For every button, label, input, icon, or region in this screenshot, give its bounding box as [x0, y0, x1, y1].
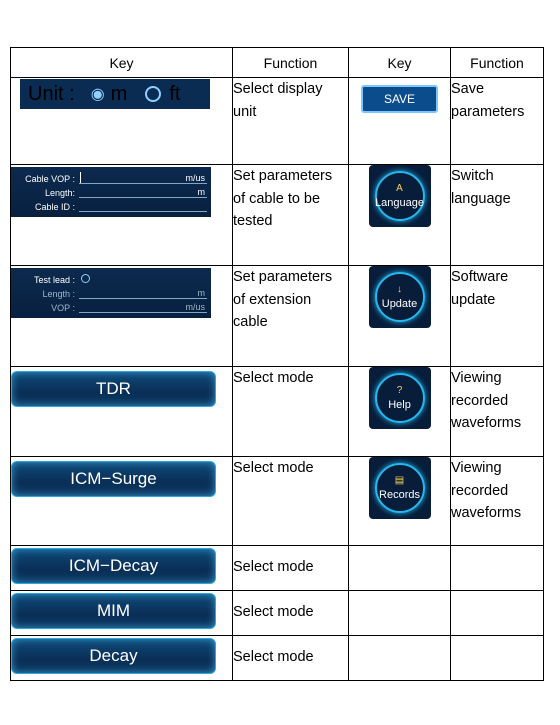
table-row: Unit : ◉ m ft Select display unit SAVE S…: [10, 77, 544, 165]
table-row: MIM Select mode: [10, 590, 544, 636]
unit-text: m/us: [185, 302, 205, 312]
table-row: TDR Select mode ? Help Viewing recorded …: [10, 366, 544, 457]
table-row: Test lead : Length : m VOP : m/us Set pa…: [10, 265, 544, 367]
cable-id-label: Cable ID :: [34, 202, 75, 212]
unit-option-m[interactable]: m: [111, 83, 128, 106]
length-input[interactable]: m: [79, 186, 207, 198]
extension-cable-form: Test lead : Length : m VOP : m/us: [11, 268, 211, 318]
test-lead-label: Test lead :: [33, 275, 75, 285]
icm-surge-mode-button[interactable]: ICM−Surge: [11, 461, 216, 497]
function-text: Save parameters: [450, 77, 544, 165]
function-text: Set parameters of cable to be tested: [232, 164, 349, 266]
function-text: Select display unit: [232, 77, 349, 165]
tile-label: Update: [381, 298, 418, 310]
help-button[interactable]: ? Help: [368, 367, 431, 429]
header-function: Function: [450, 47, 544, 78]
function-text: Select mode: [232, 590, 349, 636]
table-row: ICM−Decay Select mode: [10, 545, 544, 591]
unit-label: Unit :: [28, 82, 75, 105]
function-text: Select mode: [232, 545, 349, 591]
tdr-mode-button[interactable]: TDR: [11, 371, 216, 407]
tile-label: Language: [375, 197, 424, 209]
table-row: Decay Select mode: [10, 635, 544, 681]
language-button[interactable]: A Language: [368, 165, 431, 227]
header-key: Key: [348, 47, 451, 78]
unit-text: m: [197, 187, 206, 197]
decay-mode-button[interactable]: Decay: [11, 638, 216, 674]
checked-radio-icon[interactable]: ◉: [91, 84, 105, 104]
table-row: ICM−Surge Select mode ▤ Records Viewing …: [10, 456, 544, 546]
unit-option-ft[interactable]: ft: [169, 83, 180, 106]
length-input[interactable]: m: [79, 287, 207, 299]
records-button[interactable]: ▤ Records: [368, 457, 431, 519]
clipboard-icon: ▤: [394, 475, 405, 486]
function-text: Select mode: [232, 366, 349, 457]
language-icon: A: [396, 183, 403, 194]
function-text: Switch language: [450, 164, 544, 266]
function-text: Select mode: [232, 456, 349, 546]
help-icon: ?: [396, 385, 403, 396]
function-text: Select mode: [232, 635, 349, 681]
unit-selector: Unit : ◉ m ft: [20, 79, 210, 109]
tile-label: Help: [388, 399, 411, 411]
function-text: Viewing recorded waveforms: [450, 456, 544, 546]
icm-decay-mode-button[interactable]: ICM−Decay: [11, 548, 216, 584]
cable-vop-input[interactable]: m/us: [79, 172, 207, 184]
length-label: Length:: [44, 188, 75, 198]
header-row: Key Function Key Function: [10, 47, 544, 78]
vop-label: VOP :: [51, 303, 75, 313]
header-function: Function: [232, 47, 349, 78]
cable-id-input[interactable]: [79, 200, 207, 212]
tile-label: Records: [379, 489, 420, 501]
save-button[interactable]: SAVE: [361, 85, 438, 113]
table-row: Cable VOP : m/us Length: m Cable ID : Se…: [10, 164, 544, 266]
cable-vop-label: Cable VOP :: [25, 174, 75, 184]
unit-text: m: [197, 288, 206, 298]
radio-icon[interactable]: [145, 86, 162, 102]
length-label: Length :: [42, 289, 75, 299]
header-key: Key: [10, 47, 233, 78]
mim-mode-button[interactable]: MIM: [11, 593, 216, 629]
key-function-table: Key Function Key Function Unit : ◉ m ft …: [10, 47, 544, 681]
cable-parameters-form: Cable VOP : m/us Length: m Cable ID :: [11, 167, 211, 217]
function-text: Set parameters of extension cable: [232, 265, 349, 367]
download-icon: ↓: [397, 284, 402, 295]
function-text: Viewing recorded waveforms: [450, 366, 544, 457]
function-text: Software update: [450, 265, 544, 367]
update-button[interactable]: ↓ Update: [368, 266, 431, 328]
radio-icon[interactable]: [81, 274, 90, 283]
vop-input[interactable]: m/us: [79, 301, 207, 313]
unit-text: m/us: [185, 173, 205, 183]
